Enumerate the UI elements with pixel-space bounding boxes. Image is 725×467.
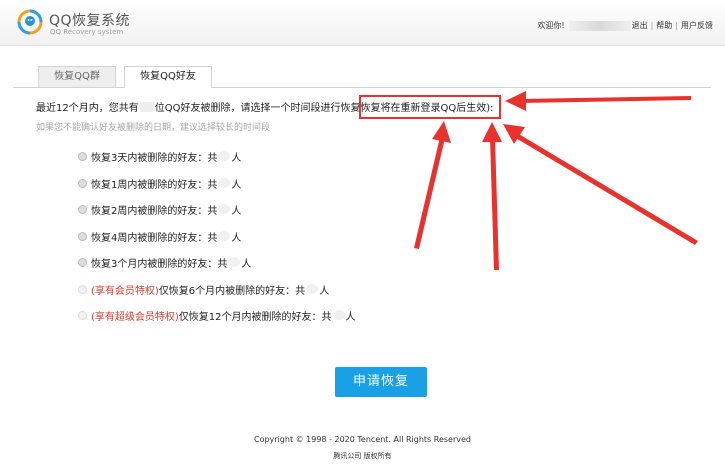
copyright-text: Copyright © 1998 - 2020 Tencent. All Rig…: [253, 435, 471, 444]
intro-part1: 最近12个月内，您共有: [36, 103, 139, 114]
radio-icon[interactable]: [78, 310, 87, 320]
company-text: 腾讯公司 版权所有: [333, 452, 392, 460]
masked-count: [332, 310, 345, 320]
option-label: 恢复1周内被删除的好友：共: [91, 179, 218, 191]
option-12-months[interactable]: (享有超级会员特权) 仅恢复12个月内被删除的好友：共 人: [78, 308, 356, 323]
option-2-weeks[interactable]: 恢复2周内被删除的好友：共 人: [78, 202, 242, 217]
site-subtitle: QQ Recovery system: [50, 28, 124, 36]
option-label: 恢复3个月内被删除的好友：共: [91, 258, 228, 270]
site-title: QQ恢复系统: [49, 13, 131, 29]
feedback-link[interactable]: 用户反馈: [681, 20, 713, 31]
user-nav: 欢迎你! 退出 | 帮助 | 用户反馈: [537, 20, 713, 31]
option-4-weeks[interactable]: 恢复4周内被删除的好友：共 人: [78, 229, 242, 244]
radio-icon[interactable]: [78, 204, 87, 214]
option-label: 恢复3天内被删除的好友：共: [91, 152, 218, 164]
qq-logo-icon: [17, 9, 43, 35]
nav-separator: |: [650, 21, 654, 30]
option-suffix: 人: [345, 311, 356, 323]
tab-recover-group[interactable]: 恢复QQ群: [38, 66, 116, 87]
option-suffix: 人: [231, 179, 242, 191]
masked-count: [218, 231, 231, 241]
masked-username: [568, 20, 631, 31]
option-1-week[interactable]: 恢复1周内被删除的好友：共 人: [78, 176, 242, 191]
tab-recover-friends[interactable]: 恢复QQ好友: [124, 66, 212, 88]
option-label: 恢复2周内被删除的好友：共: [91, 205, 218, 217]
site-header: QQ恢复系统 QQ Recovery system 欢迎你! 退出 | 帮助 |…: [0, 0, 725, 46]
option-3-days[interactable]: 恢复3天内被删除的好友：共 人: [78, 149, 242, 164]
option-label: 仅恢复6个月内被删除的好友：共: [158, 285, 306, 297]
apply-recovery-button[interactable]: 申请恢复: [335, 367, 427, 397]
masked-count: [306, 284, 319, 294]
option-label: 恢复4周内被删除的好友：共: [91, 232, 218, 244]
option-label: 仅恢复12个月内被删除的好友：共: [178, 311, 332, 323]
member-tag: (享有会员特权): [91, 285, 159, 297]
radio-icon[interactable]: [78, 151, 87, 161]
masked-count: [218, 204, 231, 214]
nav-separator: |: [675, 21, 678, 30]
option-suffix: 人: [231, 152, 242, 164]
masked-count: [228, 257, 241, 267]
hint-text: 如果您不能确认好友被删除的日期，建议选择较长的时间段: [36, 123, 271, 133]
option-suffix: 人: [319, 285, 330, 297]
option-6-months[interactable]: (享有会员特权) 仅恢复6个月内被删除的好友：共 人: [78, 282, 330, 297]
help-link[interactable]: 帮助: [656, 20, 672, 31]
masked-count: [218, 178, 231, 188]
radio-icon[interactable]: [78, 178, 87, 188]
radio-icon[interactable]: [78, 257, 87, 267]
logout-link[interactable]: 退出: [632, 20, 648, 31]
option-suffix: 人: [231, 232, 242, 244]
radio-icon[interactable]: [78, 284, 87, 294]
option-3-months[interactable]: 恢复3个月内被删除的好友：共 人: [78, 255, 252, 270]
option-suffix: 人: [231, 205, 242, 217]
radio-icon[interactable]: [78, 231, 87, 241]
masked-count: [139, 101, 154, 112]
welcome-text: 欢迎你!: [537, 21, 565, 30]
masked-count: [218, 151, 231, 161]
option-suffix: 人: [241, 258, 252, 270]
annotation-highlight-box: [359, 95, 501, 119]
intro-part2: 位QQ好友被删除，请选择一个时间段进行恢复: [154, 103, 361, 114]
super-member-tag: (享有超级会员特权): [91, 311, 179, 323]
